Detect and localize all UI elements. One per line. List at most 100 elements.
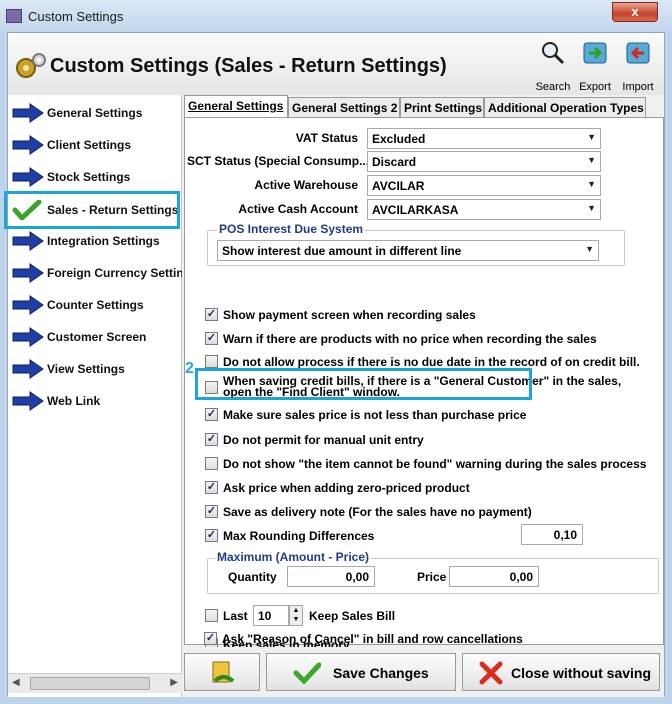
- sidebar-item-integration-settings[interactable]: Integration Settings: [8, 227, 182, 255]
- scroll-right-icon[interactable]: ▶: [170, 677, 178, 688]
- export-icon: [583, 42, 607, 64]
- active-warehouse-select[interactable]: AVCILAR ▼: [367, 175, 601, 196]
- checkbox[interactable]: ✓: [204, 632, 217, 645]
- chevron-down-icon: ▼: [587, 132, 596, 142]
- chevron-down-icon: ▼: [587, 203, 596, 213]
- sidebar-item-label: Client Settings: [47, 138, 132, 152]
- sidebar-item-client-settings[interactable]: Client Settings: [8, 131, 182, 159]
- vat-status-label: VAT Status: [295, 131, 358, 145]
- tab-general-settings-2[interactable]: General Settings 2: [288, 97, 400, 117]
- arrow-right-icon: [12, 263, 44, 283]
- arrow-right-icon: [12, 231, 44, 251]
- window-client: Custom Settings (Sales - Return Settings…: [4, 32, 665, 697]
- search-label: Search: [535, 81, 571, 93]
- close-without-saving-button[interactable]: Close without saving: [462, 653, 660, 691]
- highlight-box: [195, 368, 532, 400]
- sidebar-item-label: Integration Settings: [47, 234, 160, 248]
- sidebar-item-stock-settings[interactable]: Stock Settings: [8, 163, 182, 191]
- active-cash-account-label: Active Cash Account: [238, 202, 358, 216]
- sct-status-label: SCT Status (Special Consump...: [187, 154, 370, 168]
- undo-button[interactable]: [184, 653, 260, 691]
- arrow-right-icon: [12, 327, 44, 347]
- chevron-down-icon: ▼: [587, 179, 596, 189]
- spin-stepper[interactable]: ▲ ▼: [289, 605, 303, 626]
- sidebar-item-label: General Settings: [47, 106, 143, 120]
- sidebar-horizontal-scrollbar[interactable]: ◀ ▶: [8, 673, 182, 693]
- tab-additional-operation-types[interactable]: Additional Operation Types: [484, 97, 646, 117]
- sidebar-item-customer-screen[interactable]: Customer Screen: [8, 323, 182, 351]
- undo-icon: [212, 661, 235, 683]
- sidebar-item-label: Stock Settings: [47, 170, 131, 184]
- checkbox[interactable]: ✓: [205, 529, 218, 542]
- checkbox[interactable]: ✓: [205, 308, 218, 321]
- import-button[interactable]: Import: [618, 39, 658, 93]
- maximum-group-title: Maximum (Amount - Price): [215, 550, 372, 564]
- checkbox[interactable]: [205, 457, 218, 470]
- checkbox[interactable]: ✓: [205, 481, 218, 494]
- arrow-right-icon: [12, 359, 44, 379]
- import-label: Import: [622, 81, 654, 93]
- chevron-down-icon: ▼: [587, 155, 596, 165]
- checkbox[interactable]: ✓: [205, 433, 218, 446]
- sidebar-item-label: Counter Settings: [47, 298, 144, 312]
- tab-print-settings[interactable]: Print Settings: [400, 97, 484, 117]
- active-cash-account-select[interactable]: AVCILARKASA ▼: [367, 199, 601, 220]
- arrow-right-icon: [12, 391, 44, 411]
- tab-general-settings[interactable]: General Settings: [184, 95, 288, 118]
- price-input[interactable]: 0,00: [449, 566, 539, 587]
- vat-status-select[interactable]: Excluded ▼: [367, 128, 601, 149]
- checkbox[interactable]: ✓: [205, 332, 218, 345]
- max-rounding-input[interactable]: 0,10: [521, 524, 583, 545]
- export-button[interactable]: Export: [575, 39, 615, 93]
- gears-icon: [16, 53, 46, 78]
- pos-interest-select[interactable]: Show interest due amount in different li…: [217, 240, 599, 261]
- annotation-number-2: 2: [185, 360, 194, 377]
- sidebar-item-general-settings[interactable]: General Settings: [8, 99, 182, 127]
- sidebar-item-label: View Settings: [47, 362, 125, 376]
- chevron-down-icon: ▼: [585, 244, 594, 254]
- scroll-left-icon[interactable]: ◀: [12, 677, 20, 688]
- sidebar: General Settings Client Settings Stock S…: [4, 95, 182, 697]
- quantity-input[interactable]: 0,00: [287, 566, 375, 587]
- price-label: Price: [417, 570, 447, 584]
- app-icon: [6, 9, 22, 23]
- sct-status-select[interactable]: Discard ▼: [367, 151, 601, 172]
- bottom-bar: Save Changes Close without saving: [182, 647, 664, 697]
- arrow-right-icon: [12, 103, 44, 123]
- sidebar-item-counter-settings[interactable]: Counter Settings: [8, 291, 182, 319]
- close-icon: [479, 661, 503, 685]
- sidebar-item-label: Sales - Return Settings: [47, 203, 179, 217]
- checkbox[interactable]: [205, 609, 218, 622]
- export-label: Export: [579, 81, 611, 93]
- sidebar-item-web-link[interactable]: Web Link: [8, 387, 182, 415]
- sidebar-item-label: Foreign Currency Settings: [47, 266, 182, 280]
- import-icon: [626, 42, 650, 64]
- sidebar-item-label: Customer Screen: [47, 330, 147, 344]
- quantity-label: Quantity: [228, 570, 277, 584]
- sidebar-item-view-settings[interactable]: View Settings: [8, 355, 182, 383]
- page-title: Custom Settings (Sales - Return Settings…: [50, 55, 447, 77]
- save-changes-button[interactable]: Save Changes: [266, 653, 456, 691]
- checkbox[interactable]: ✓: [205, 505, 218, 518]
- magnifier-icon: [542, 42, 565, 65]
- keep-sales-bill-label: Keep Sales Bill: [309, 609, 396, 623]
- pos-interest-group-title: POS Interest Due System: [217, 222, 366, 236]
- arrow-right-icon: [12, 167, 44, 187]
- arrow-right-icon: [12, 135, 44, 155]
- sidebar-item-label: Web Link: [47, 394, 101, 408]
- search-button[interactable]: Search: [533, 39, 573, 93]
- checkbox[interactable]: ✓: [205, 408, 218, 421]
- checkmark-icon: [293, 662, 321, 684]
- window-title: Custom Settings: [28, 9, 124, 24]
- close-window-button[interactable]: x: [612, 2, 658, 22]
- arrow-right-icon: [12, 295, 44, 315]
- active-warehouse-label: Active Warehouse: [254, 178, 358, 192]
- header: Custom Settings (Sales - Return Settings…: [8, 33, 664, 95]
- last-count-input[interactable]: 10: [253, 605, 289, 626]
- sidebar-item-sales-return-settings[interactable]: Sales - Return Settings: [4, 191, 180, 229]
- sidebar-item-foreign-currency-settings[interactable]: Foreign Currency Settings: [8, 259, 182, 287]
- checkmark-icon: [12, 200, 42, 220]
- title-bar: Custom Settings x: [0, 0, 672, 32]
- scroll-thumb[interactable]: [30, 677, 150, 690]
- checkbox[interactable]: [205, 355, 218, 368]
